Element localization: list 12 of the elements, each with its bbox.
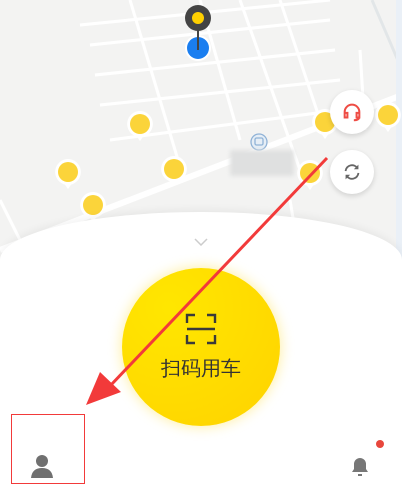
bike-marker-icon[interactable] (374, 101, 402, 133)
bike-marker-icon[interactable] (126, 110, 154, 142)
chevron-down-icon[interactable] (194, 238, 208, 246)
blurred-label (230, 150, 294, 176)
scan-icon (185, 312, 217, 344)
location-pin-icon (184, 4, 212, 62)
profile-icon[interactable] (30, 454, 54, 478)
bike-marker-icon[interactable] (296, 159, 324, 191)
notification-dot (376, 440, 384, 448)
scan-button[interactable]: 扫码用车 (122, 268, 280, 426)
headset-icon (341, 101, 363, 123)
bike-marker-icon[interactable] (54, 158, 82, 190)
